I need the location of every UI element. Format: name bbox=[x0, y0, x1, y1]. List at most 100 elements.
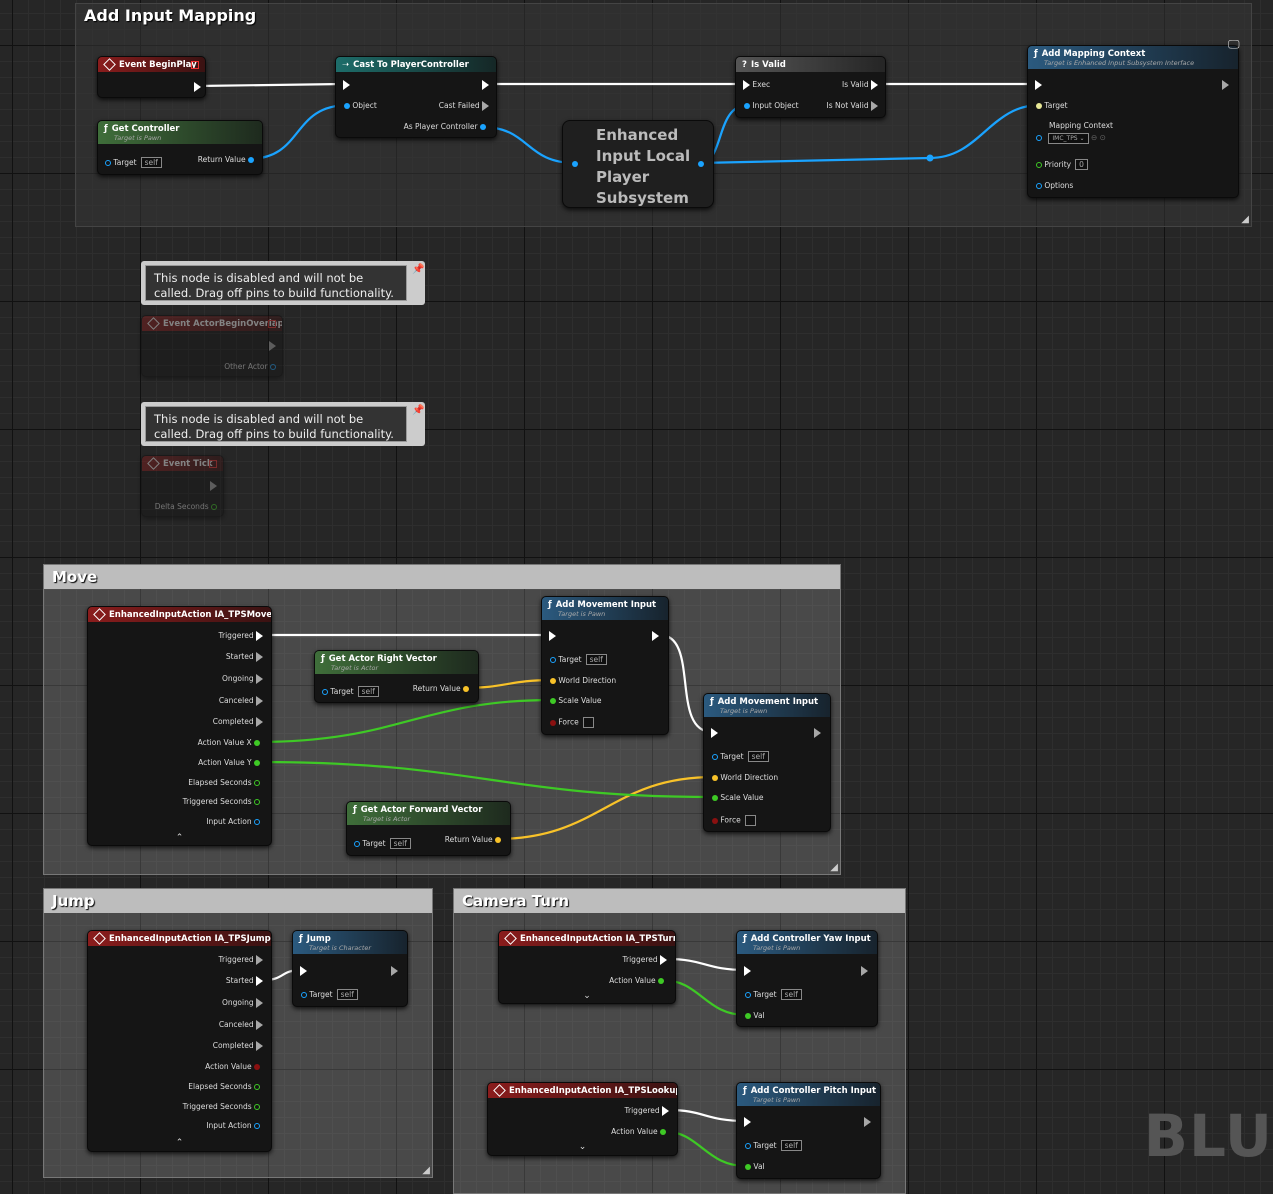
is-not-valid-pin[interactable] bbox=[871, 101, 878, 111]
cast-failed-pin[interactable] bbox=[482, 101, 489, 111]
exec-out-pin[interactable] bbox=[864, 1117, 871, 1127]
node-enhancedinputaction-ia-tpsmove[interactable]: EnhancedInputAction IA_TPSMove Triggered… bbox=[87, 606, 272, 846]
force-pin[interactable] bbox=[550, 719, 556, 726]
input-action-pin[interactable] bbox=[254, 819, 260, 825]
mapping-context-dropdown[interactable]: IMC_TPS ⌄ bbox=[1048, 133, 1089, 144]
target-value[interactable]: self bbox=[389, 838, 411, 849]
val-pin[interactable] bbox=[745, 1164, 751, 1170]
exec-in-pin[interactable] bbox=[300, 966, 307, 976]
collapse-chevron-icon[interactable]: ⌃ bbox=[88, 1138, 271, 1148]
target-value[interactable]: self bbox=[336, 989, 358, 1000]
action-value-x-pin[interactable] bbox=[254, 740, 260, 746]
return-value-pin[interactable] bbox=[495, 837, 501, 843]
target-pin[interactable] bbox=[550, 657, 556, 663]
target-pin[interactable] bbox=[712, 754, 718, 760]
node-add-mapping-context[interactable]: ƒ Add Mapping Context Target is Enhanced I… bbox=[1027, 45, 1239, 198]
world-direction-pin[interactable] bbox=[712, 775, 718, 781]
return-value-pin[interactable] bbox=[463, 686, 469, 692]
exec-out-pin[interactable] bbox=[391, 966, 398, 976]
node-enhancedinputaction-ia-tpslookup[interactable]: EnhancedInputAction IA_TPSLookup Trigger… bbox=[487, 1082, 678, 1156]
node-add-controller-yaw-input[interactable]: ƒ Add Controller Yaw Input Target is Pawn … bbox=[736, 930, 878, 1027]
scale-value-pin[interactable] bbox=[550, 698, 556, 704]
target-value[interactable]: self bbox=[780, 1140, 802, 1151]
val-pin[interactable] bbox=[745, 1013, 751, 1019]
triggered-pin[interactable] bbox=[662, 1106, 669, 1116]
node-get-actor-right-vector[interactable]: ƒ Get Actor Right Vector Target is Actor T… bbox=[314, 650, 479, 703]
node-enhancedinputaction-ia-tpsjump[interactable]: EnhancedInputAction IA_TPSJump Triggered… bbox=[87, 930, 272, 1152]
completed-pin[interactable] bbox=[256, 1041, 263, 1051]
triggered-pin[interactable] bbox=[660, 955, 667, 965]
target-pin[interactable] bbox=[322, 689, 328, 695]
delegate-pin-icon[interactable] bbox=[191, 61, 199, 69]
delta-seconds-pin[interactable] bbox=[211, 504, 217, 510]
started-pin[interactable] bbox=[256, 652, 263, 662]
completed-pin[interactable] bbox=[256, 717, 263, 727]
priority-value[interactable]: 0 bbox=[1075, 159, 1088, 170]
node-enhanced-input-local-player-subsystem[interactable]: Enhanced Input Local Player Subsystem bbox=[562, 120, 714, 208]
action-value-pin[interactable] bbox=[660, 1129, 666, 1135]
canceled-pin[interactable] bbox=[256, 1020, 263, 1030]
target-pin[interactable] bbox=[301, 992, 307, 998]
delegate-pin-icon[interactable] bbox=[268, 320, 276, 328]
exec-in-pin[interactable] bbox=[343, 80, 350, 90]
node-enhancedinputaction-ia-tpsturn[interactable]: EnhancedInputAction IA_TPSTurn Triggered… bbox=[498, 930, 676, 1004]
node-event-beginplay[interactable]: Event BeginPlay bbox=[97, 56, 206, 98]
target-value[interactable]: self bbox=[780, 989, 802, 1000]
exec-out-pin[interactable] bbox=[482, 80, 489, 90]
force-pin[interactable] bbox=[712, 817, 718, 824]
target-pin[interactable] bbox=[745, 992, 751, 998]
collapse-chevron-icon[interactable]: ⌃ bbox=[88, 833, 271, 843]
exec-in-pin[interactable] bbox=[744, 966, 751, 976]
action-value-pin[interactable] bbox=[254, 1064, 260, 1070]
exec-out-pin[interactable] bbox=[814, 728, 821, 738]
started-pin[interactable] bbox=[256, 976, 263, 986]
pin-icon[interactable]: 📌 bbox=[412, 264, 424, 275]
triggered-pin[interactable] bbox=[256, 955, 263, 965]
resize-handle-icon[interactable]: ◢ bbox=[1241, 214, 1249, 225]
options-pin[interactable] bbox=[1036, 183, 1042, 189]
browse-icon[interactable]: ⊖ ⊙ bbox=[1091, 133, 1106, 142]
priority-pin[interactable] bbox=[1036, 162, 1042, 168]
node-event-tick[interactable]: Event Tick Delta Seconds bbox=[141, 455, 224, 517]
input-action-pin[interactable] bbox=[254, 1123, 260, 1129]
target-value[interactable]: self bbox=[747, 751, 769, 762]
expand-chevron-icon[interactable]: ⌄ bbox=[488, 1142, 677, 1152]
target-pin[interactable] bbox=[354, 841, 360, 847]
node-cast-to-playercontroller[interactable]: ➝ Cast To PlayerController Object Cast Fa… bbox=[335, 56, 497, 138]
target-pin[interactable] bbox=[105, 160, 111, 166]
triggered-seconds-pin[interactable] bbox=[254, 799, 260, 805]
input-pin[interactable] bbox=[572, 161, 578, 167]
node-add-controller-pitch-input[interactable]: ƒ Add Controller Pitch Input Target is Paw… bbox=[736, 1082, 881, 1179]
exec-in-pin[interactable] bbox=[549, 631, 556, 641]
node-is-valid[interactable]: ? Is Valid Exec Is Valid Input Object Is … bbox=[735, 56, 886, 118]
elapsed-seconds-pin[interactable] bbox=[254, 1084, 260, 1090]
target-value[interactable]: self bbox=[585, 654, 607, 665]
exec-out-pin[interactable] bbox=[1222, 80, 1229, 90]
return-pin[interactable] bbox=[698, 161, 704, 167]
input-object-pin[interactable] bbox=[744, 103, 750, 109]
as-player-controller-pin[interactable] bbox=[480, 124, 486, 130]
force-checkbox[interactable] bbox=[744, 815, 756, 826]
action-value-pin[interactable] bbox=[658, 978, 664, 984]
delegate-pin-icon[interactable] bbox=[209, 460, 217, 468]
scale-value-pin[interactable] bbox=[712, 795, 718, 801]
node-add-movement-input-2[interactable]: ƒ Add Movement Input Target is Pawn Target… bbox=[703, 693, 831, 832]
node-jump[interactable]: ƒ Jump Target is Character Target self bbox=[292, 930, 408, 1007]
expand-chevron-icon[interactable]: ⌄ bbox=[499, 991, 675, 1001]
triggered-pin[interactable] bbox=[256, 631, 263, 641]
exec-out-pin[interactable] bbox=[269, 341, 276, 351]
exec-out-pin[interactable] bbox=[652, 631, 659, 641]
is-valid-pin[interactable] bbox=[871, 80, 878, 90]
target-value[interactable]: self bbox=[357, 686, 379, 697]
exec-in-pin[interactable] bbox=[743, 80, 750, 90]
pin-icon[interactable]: 📌 bbox=[412, 405, 424, 416]
return-value-pin[interactable] bbox=[248, 157, 254, 163]
target-pin[interactable] bbox=[1036, 103, 1042, 109]
object-pin[interactable] bbox=[344, 103, 350, 109]
node-get-controller[interactable]: ƒ Get Controller Target is Pawn Target self… bbox=[97, 120, 263, 175]
exec-out-pin[interactable] bbox=[861, 966, 868, 976]
canceled-pin[interactable] bbox=[256, 696, 263, 706]
ongoing-pin[interactable] bbox=[256, 674, 263, 684]
triggered-seconds-pin[interactable] bbox=[254, 1104, 260, 1110]
exec-out-pin[interactable] bbox=[194, 82, 201, 92]
